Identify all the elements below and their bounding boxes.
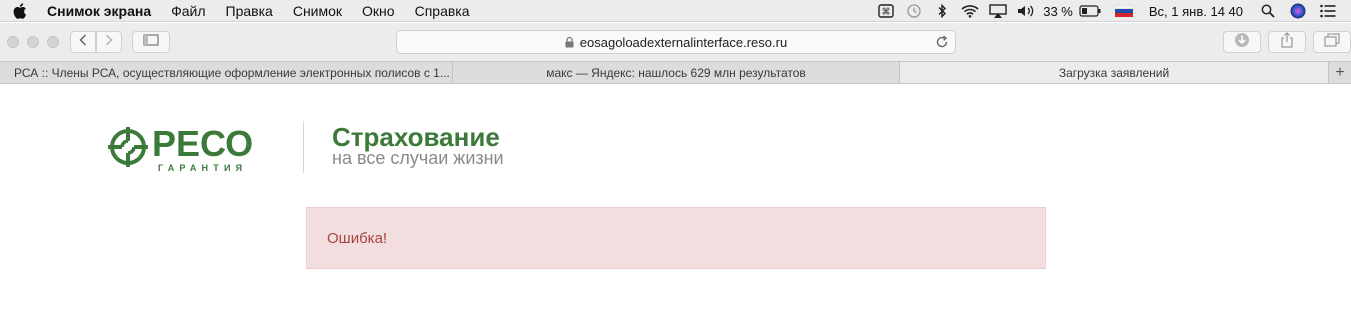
url-text: eosagoloadexternalinterface.reso.ru <box>579 34 788 50</box>
spotlight-search-icon[interactable] <box>1257 0 1279 22</box>
logo-name: РЕСО <box>152 123 253 164</box>
chevron-left-icon <box>78 33 88 52</box>
apple-icon[interactable] <box>13 2 27 19</box>
clock[interactable]: Вс, 1 янв. 14 40 <box>1149 4 1243 19</box>
new-tab-button[interactable]: + <box>1329 62 1351 83</box>
tabs-icon <box>1324 32 1340 52</box>
browser-toolbar: eosagoloadexternalinterface.reso.ru <box>0 23 1351 61</box>
volume-icon[interactable] <box>1015 0 1037 22</box>
sidebar-toggle-button[interactable] <box>132 31 170 53</box>
logo-divider <box>303 121 304 173</box>
window-zoom-button[interactable] <box>47 36 59 48</box>
error-alert: Ошибка! <box>306 207 1046 269</box>
wifi-icon[interactable] <box>959 0 981 22</box>
download-icon <box>1234 32 1250 53</box>
window-close-button[interactable] <box>7 36 19 48</box>
page-content: РЕСО ГАРАНТИЯ Страхование на все случаи … <box>0 84 1351 327</box>
tab-rsa[interactable]: РСА :: Члены РСА, осуществляющие оформле… <box>0 62 453 83</box>
back-button[interactable] <box>70 31 96 53</box>
slogan-subtitle: на все случаи жизни <box>332 148 504 168</box>
window-minimize-button[interactable] <box>27 36 39 48</box>
chevron-right-icon <box>104 33 114 52</box>
airplay-icon[interactable] <box>987 0 1009 22</box>
menu-app-name[interactable]: Снимок экрана <box>47 3 151 19</box>
menu-window[interactable]: Окно <box>362 3 395 19</box>
downloads-button[interactable] <box>1223 31 1261 53</box>
logo-subtitle: ГАРАНТИЯ <box>158 163 247 173</box>
reso-logo[interactable]: РЕСО ГАРАНТИЯ <box>104 122 284 174</box>
address-bar[interactable]: eosagoloadexternalinterface.reso.ru <box>396 30 956 54</box>
lock-icon <box>565 36 574 48</box>
plus-icon: + <box>1335 63 1345 81</box>
bluetooth-icon[interactable] <box>931 0 953 22</box>
share-icon <box>1280 31 1294 53</box>
svg-text:⌘: ⌘ <box>882 8 891 18</box>
tab-bar: РСА :: Члены РСА, осуществляющие оформле… <box>0 61 1351 84</box>
battery-icon[interactable] <box>1079 0 1101 22</box>
menu-help[interactable]: Справка <box>415 3 470 19</box>
reload-icon[interactable] <box>935 35 949 49</box>
notification-center-icon[interactable] <box>1317 0 1339 22</box>
sidebar-icon <box>143 33 159 51</box>
tab-label: РСА :: Члены РСА, осуществляющие оформле… <box>14 65 450 80</box>
share-button[interactable] <box>1268 31 1306 53</box>
error-message: Ошибка! <box>327 229 388 247</box>
russian-flag-icon[interactable] <box>1113 0 1135 22</box>
menu-edit[interactable]: Правка <box>226 3 273 19</box>
menu-file[interactable]: Файл <box>171 3 205 19</box>
command-icon[interactable]: ⌘ <box>875 0 897 22</box>
tab-overview-button[interactable] <box>1313 31 1351 53</box>
tab-label: Загрузка заявлений <box>1058 65 1170 80</box>
tab-yandex[interactable]: макс — Яндекс: нашлось 629 млн результат… <box>453 62 900 83</box>
battery-percent: 33 % <box>1043 3 1073 19</box>
menu-capture[interactable]: Снимок <box>293 3 342 19</box>
time-machine-icon[interactable] <box>903 0 925 22</box>
menu-bar: Снимок экрана Файл Правка Снимок Окно Сп… <box>0 0 1351 22</box>
tab-label: макс — Яндекс: нашлось 629 млн результат… <box>546 65 806 80</box>
forward-button[interactable] <box>96 31 122 53</box>
siri-icon[interactable] <box>1287 0 1309 22</box>
tab-upload-applications[interactable]: Загрузка заявлений <box>900 62 1329 83</box>
